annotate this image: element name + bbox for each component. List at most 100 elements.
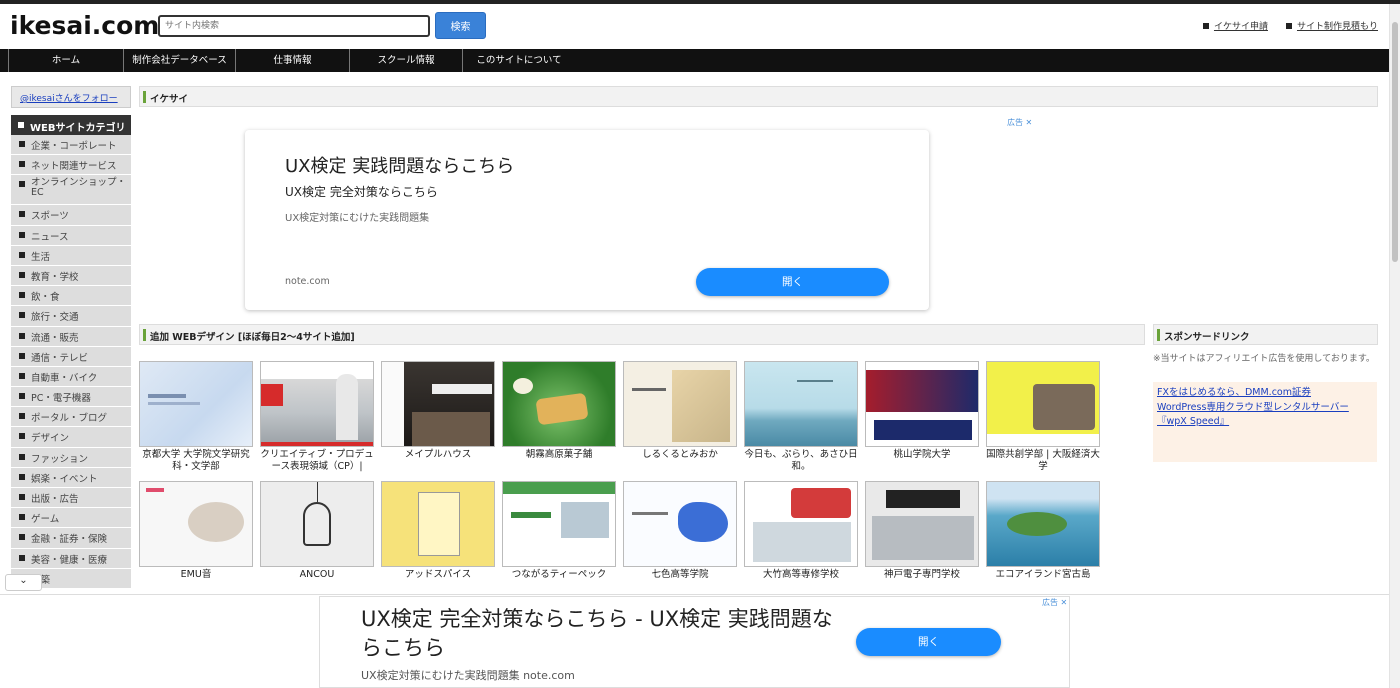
scrollbar-thumb[interactable] [1392, 22, 1398, 262]
site-caption[interactable]: 京都大学 大学院文学研究科・文学部 [139, 447, 253, 477]
site-caption[interactable]: 朝霧高原菓子舗 [502, 447, 616, 477]
site-card[interactable]: つながるティーペック [502, 481, 616, 597]
category-item[interactable]: 自動車・バイク [11, 366, 131, 387]
bullet-icon [19, 181, 25, 188]
site-thumbnail[interactable] [502, 361, 616, 447]
category-item[interactable]: 旅行・交通 [11, 306, 131, 326]
bottom-ad-title[interactable]: UX検定 完全対策ならこちら - UX検定 実践問題ならこちら [361, 605, 841, 663]
site-thumbnail[interactable] [260, 481, 374, 567]
nav-item-home[interactable]: ホーム [8, 49, 123, 72]
follow-link[interactable]: @ikesaiさんをフォロー [11, 86, 131, 108]
category-item[interactable]: デザイン [11, 427, 131, 447]
site-card[interactable]: エコアイランド宮古島 [986, 481, 1100, 597]
site-thumbnail[interactable] [865, 361, 979, 447]
nav-item-jobs[interactable]: 仕事情報 [235, 49, 349, 72]
bottom-ad-open-button[interactable]: 開く [856, 628, 1001, 656]
ad-open-button[interactable]: 開く [696, 268, 889, 296]
site-card[interactable]: メイプルハウス [381, 361, 495, 477]
site-card[interactable]: しるくるとみおか [623, 361, 737, 477]
site-card[interactable]: 神戸電子専門学校 [865, 481, 979, 597]
category-item[interactable]: ファッション [11, 447, 131, 467]
site-thumbnail[interactable] [986, 481, 1100, 567]
ad-title[interactable]: UX検定 実践問題ならこちら [285, 152, 514, 178]
site-card[interactable]: EMU音 [139, 481, 253, 597]
site-card[interactable]: 国際共創学部 | 大阪経済大学 [986, 361, 1100, 477]
page-scrollbar[interactable] [1389, 4, 1400, 688]
category-label: 飲・食 [31, 292, 60, 304]
site-thumbnail[interactable] [744, 481, 858, 567]
nav-item-about[interactable]: このサイトについて [462, 49, 575, 72]
ad-choices-mark[interactable]: 広告 ✕ [1007, 117, 1032, 128]
site-caption[interactable]: ANCOU [260, 567, 374, 597]
site-caption[interactable]: 今日も、ぷらり、あさひ日和。 [744, 447, 858, 477]
nav-item-schools[interactable]: スクール情報 [349, 49, 462, 72]
category-item[interactable]: ゲーム [11, 508, 131, 528]
category-item[interactable]: 飲・食 [11, 286, 131, 306]
site-thumbnail[interactable] [744, 361, 858, 447]
site-caption[interactable]: 七色高等学院 [623, 567, 737, 597]
category-item[interactable]: 娯楽・イベント [11, 467, 131, 487]
category-item[interactable]: 出版・広告 [11, 488, 131, 508]
site-card[interactable]: 朝霧高原菓子舗 [502, 361, 616, 477]
category-item[interactable]: ネット関連サービス [11, 155, 131, 175]
site-logo[interactable]: ikesai.com [10, 11, 159, 40]
category-item[interactable]: 金融・証券・保険 [11, 528, 131, 548]
site-caption[interactable]: EMU音 [139, 567, 253, 597]
close-icon: ✕ [1060, 598, 1068, 607]
bottom-ad[interactable]: 広告 ✕ UX検定 完全対策ならこちら - UX検定 実践問題ならこちら UX検… [319, 596, 1070, 688]
site-caption[interactable]: メイプルハウス [381, 447, 495, 477]
site-thumbnail[interactable] [260, 361, 374, 447]
site-card[interactable]: ANCOU [260, 481, 374, 597]
site-card[interactable]: クリエイティブ・プロデュース表現領域（CP）| [260, 361, 374, 477]
site-caption[interactable]: 桃山学院大学 [865, 447, 979, 477]
site-thumbnail[interactable] [986, 361, 1100, 447]
site-thumbnail[interactable] [381, 481, 495, 567]
site-caption[interactable]: 国際共創学部 | 大阪経済大学 [986, 447, 1100, 477]
site-card[interactable]: 桃山学院大学 [865, 361, 979, 477]
bullet-icon [19, 473, 25, 480]
site-thumbnail[interactable] [502, 481, 616, 567]
site-caption[interactable]: 大竹高等専修学校 [744, 567, 858, 597]
category-item[interactable]: 通信・テレビ [11, 346, 131, 366]
site-thumbnail[interactable] [139, 361, 253, 447]
site-thumbnail[interactable] [623, 361, 737, 447]
category-label: 出版・広告 [31, 494, 79, 505]
header-link-estimate[interactable]: サイト制作見積もり [1285, 19, 1378, 32]
site-card[interactable]: 七色高等学院 [623, 481, 737, 597]
search-button[interactable]: 検索 [435, 12, 486, 39]
header-link-apply[interactable]: イケサイ申請 [1202, 19, 1268, 32]
category-item[interactable]: スポーツ [11, 205, 131, 225]
site-caption[interactable]: つながるティーペック [502, 567, 616, 597]
sponsored-link-dmm[interactable]: FXをはじめるなら、DMM.com証券 [1157, 386, 1373, 401]
site-card[interactable]: 今日も、ぷらり、あさひ日和。 [744, 361, 858, 477]
category-item[interactable]: 生活 [11, 245, 131, 265]
site-card[interactable]: 京都大学 大学院文学研究科・文学部 [139, 361, 253, 477]
site-thumbnail[interactable] [139, 481, 253, 567]
category-item[interactable]: PC・電子機器 [11, 387, 131, 407]
collapse-ad-button[interactable]: ⌄ [5, 574, 42, 591]
site-card[interactable]: 大竹高等専修学校 [744, 481, 858, 597]
site-caption[interactable]: クリエイティブ・プロデュース表現領域（CP）| [260, 447, 374, 477]
site-thumbnail[interactable] [381, 361, 495, 447]
site-caption[interactable]: エコアイランド宮古島 [986, 567, 1100, 597]
section-ikesai: イケサイ [139, 86, 1378, 107]
category-heading-label: WEBサイトカテゴリ [30, 123, 126, 134]
site-thumbnail[interactable] [623, 481, 737, 567]
category-item[interactable]: オンラインショップ・EC [11, 175, 131, 205]
site-caption[interactable]: アッドスパイス [381, 567, 495, 597]
site-caption[interactable]: しるくるとみおか [623, 447, 737, 477]
search-input[interactable] [158, 15, 430, 37]
ad-choices-mark[interactable]: 広告 ✕ [1042, 597, 1067, 608]
category-item[interactable]: 教育・学校 [11, 265, 131, 286]
category-item[interactable]: ニュース [11, 225, 131, 245]
top-ad[interactable]: UX検定 実践問題ならこちら UX検定 完全対策ならこちら UX検定対策にむけた… [245, 130, 929, 310]
nav-item-company-db[interactable]: 制作会社データベース [123, 49, 235, 72]
category-item[interactable]: 美容・健康・医療 [11, 548, 131, 568]
category-item[interactable]: 企業・コーポレート [11, 135, 131, 155]
category-item[interactable]: ポータル・ブログ [11, 407, 131, 427]
site-caption[interactable]: 神戸電子専門学校 [865, 567, 979, 597]
site-thumbnail[interactable] [865, 481, 979, 567]
category-item[interactable]: 流通・販売 [11, 326, 131, 346]
sponsored-link-wpx[interactable]: WordPress専用クラウド型レンタルサーバー『wpX Speed』 [1157, 401, 1373, 430]
site-card[interactable]: アッドスパイス [381, 481, 495, 597]
